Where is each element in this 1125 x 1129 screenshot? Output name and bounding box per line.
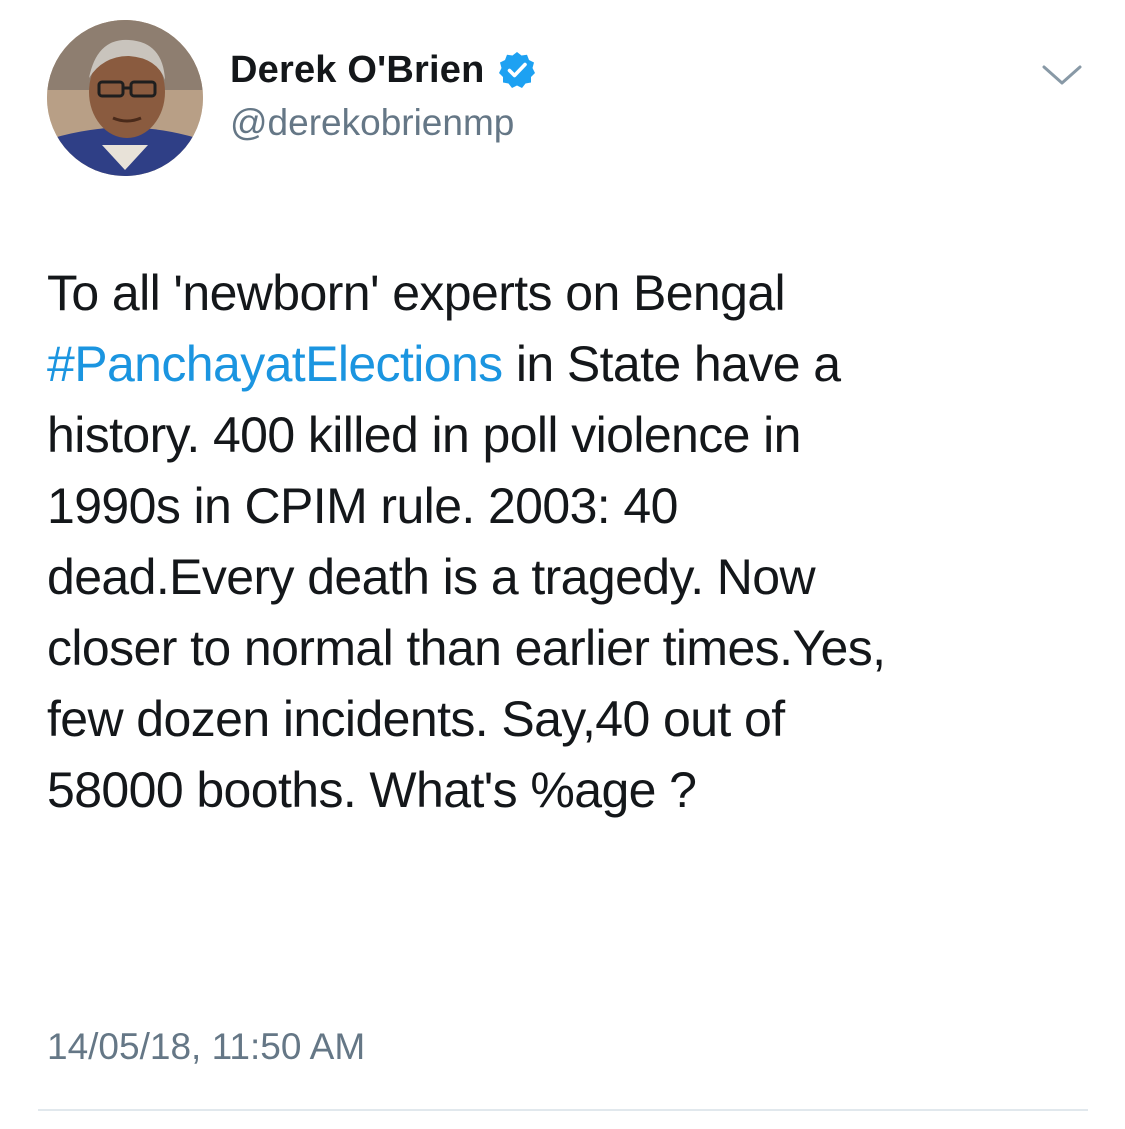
tweet-card: Derek O'Brien @derekobrienmp To all 'new… xyxy=(0,0,1125,1129)
tweet-line: 58000 booths. What's %age ? xyxy=(47,762,697,818)
avatar[interactable] xyxy=(47,20,203,176)
user-handle[interactable]: @derekobrienmp xyxy=(230,102,537,144)
tweet-line: dead.Every death is a tragedy. Now xyxy=(47,549,816,605)
hashtag-link[interactable]: #PanchayatElections xyxy=(47,336,503,392)
tweet-text: To all 'newborn' experts on Bengal #Panc… xyxy=(47,258,1087,826)
tweet-timestamp[interactable]: 14/05/18, 11:50 AM xyxy=(47,1026,365,1068)
verified-badge-icon xyxy=(497,50,537,90)
tweet-line: closer to normal than earlier times.Yes, xyxy=(47,620,886,676)
chevron-down-icon[interactable] xyxy=(1040,60,1084,90)
tweet-line: To all 'newborn' experts on Bengal xyxy=(47,265,786,321)
profile-photo-icon xyxy=(47,20,203,176)
display-name[interactable]: Derek O'Brien xyxy=(230,49,485,92)
tweet-line: #PanchayatElections in State have a xyxy=(47,329,1087,400)
tweet-line: 1990s in CPIM rule. 2003: 40 xyxy=(47,478,678,534)
tweet-line: few dozen incidents. Say,40 out of xyxy=(47,691,785,747)
name-row: Derek O'Brien xyxy=(230,44,537,96)
divider xyxy=(38,1109,1088,1111)
tweet-line-text: in State have a xyxy=(502,336,841,392)
tweet-line: history. 400 killed in poll violence in xyxy=(47,407,801,463)
author-block[interactable]: Derek O'Brien @derekobrienmp xyxy=(230,44,537,144)
